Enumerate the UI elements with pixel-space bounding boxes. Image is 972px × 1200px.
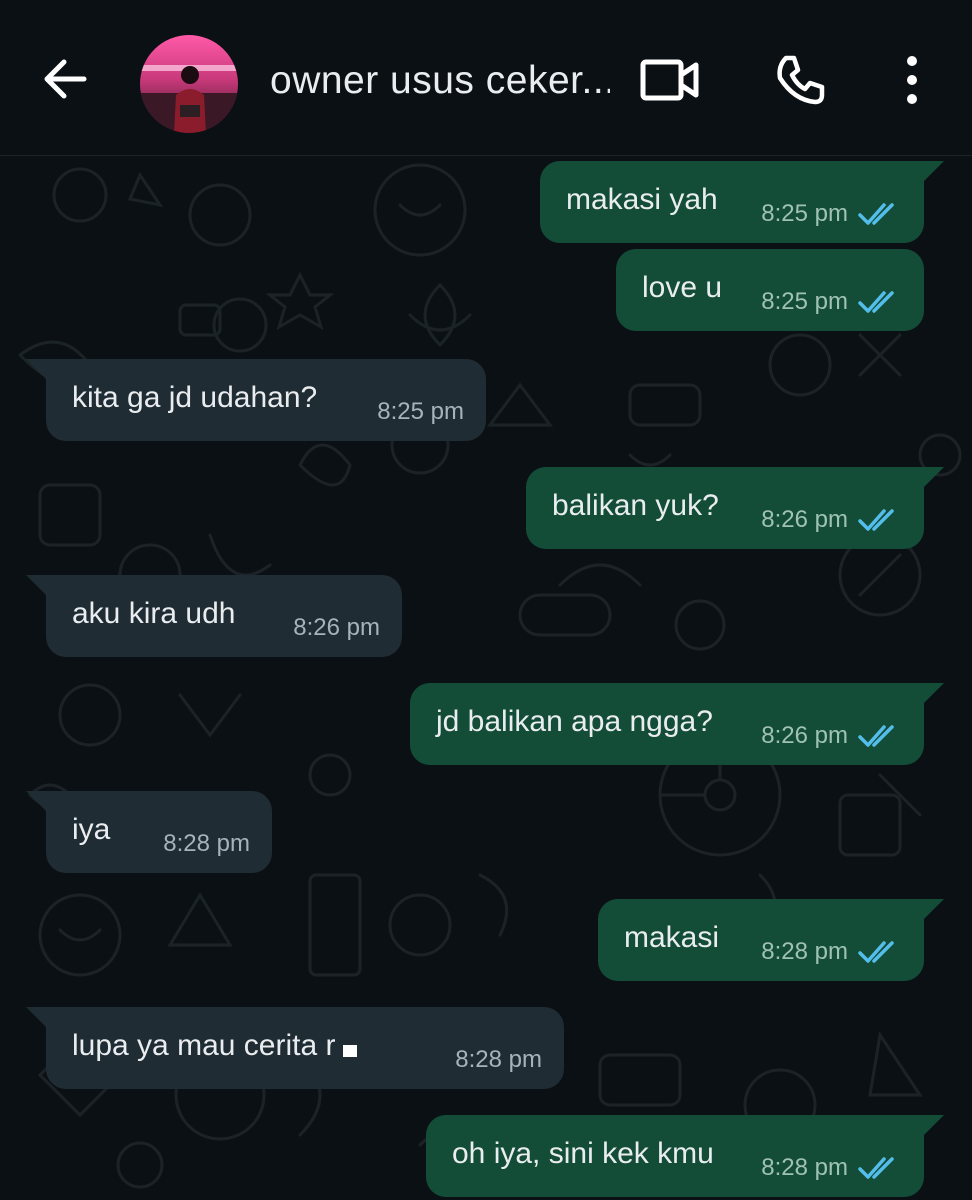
outgoing-message-bubble[interactable]: makasi 8:28 pm [598, 899, 944, 981]
bubble-tail [922, 161, 944, 183]
read-receipt-icon [858, 725, 894, 747]
bubble-tail [922, 899, 944, 921]
outgoing-message-bubble[interactable]: makasi yah 8:25 pm [540, 161, 944, 243]
message-meta: 8:26 pm [293, 613, 380, 643]
outgoing-message-bubble[interactable]: oh iya, sini kek kmu 8:28 pm [426, 1115, 944, 1197]
message-meta: 8:25 pm [761, 199, 902, 229]
message-list[interactable]: makasi yah 8:25 pm love u 8:25 pm kita ga jd… [0, 155, 972, 1200]
outgoing-message-bubble[interactable]: balikan yuk? 8:26 pm [526, 467, 944, 549]
message-meta: 8:28 pm [761, 1153, 902, 1183]
message-text: lupa ya mau cerita r [72, 1027, 358, 1065]
message-meta: 8:28 pm [163, 829, 250, 859]
message-meta: 8:26 pm [761, 721, 902, 751]
video-call-icon[interactable] [638, 55, 702, 105]
incoming-message-bubble[interactable]: kita ga jd udahan? 8:25 pm [26, 359, 486, 441]
message-text: makasi [624, 921, 720, 954]
message-time: 8:26 pm [761, 722, 848, 749]
message-time: 8:26 pm [761, 506, 848, 533]
message-text: balikan yuk? [552, 489, 719, 522]
read-receipt-icon [858, 941, 894, 963]
message-time: 8:28 pm [455, 1046, 542, 1073]
chat-screen: owner usus ceker... makasi yah 8:25 pm l… [0, 0, 972, 1200]
message-time: 8:25 pm [377, 398, 464, 425]
message-text: love u [642, 271, 723, 304]
read-receipt-icon [858, 291, 894, 313]
message-text: aku kira udh [72, 597, 236, 630]
message-text: oh iya, sini kek kmu [452, 1137, 714, 1170]
chat-header: owner usus ceker... [0, 0, 972, 156]
contact-avatar[interactable] [140, 35, 238, 133]
outgoing-message-bubble[interactable]: love u 8:25 pm [616, 249, 924, 331]
incoming-message-bubble[interactable]: iya 8:28 pm [26, 791, 272, 873]
outgoing-message-bubble[interactable]: jd balikan apa ngga? 8:26 pm [410, 683, 944, 765]
message-text: jd balikan apa ngga? [436, 705, 713, 738]
message-time: 8:26 pm [293, 614, 380, 641]
message-text: kita ga jd udahan? [72, 381, 318, 414]
contact-name[interactable]: owner usus ceker... [270, 56, 610, 106]
message-time: 8:28 pm [761, 1154, 848, 1181]
message-time: 8:28 pm [163, 830, 250, 857]
message-time: 8:25 pm [761, 200, 848, 227]
bubble-tail [26, 791, 48, 813]
message-time: 8:25 pm [761, 288, 848, 315]
incoming-message-bubble[interactable]: lupa ya mau cerita r 8:28 pm [26, 1007, 564, 1089]
message-meta: 8:25 pm [377, 397, 464, 427]
read-receipt-icon [858, 1157, 894, 1179]
message-text: makasi yah [566, 183, 718, 216]
bubble-tail [922, 1115, 944, 1137]
read-receipt-icon [858, 203, 894, 225]
voice-call-icon[interactable] [772, 52, 828, 108]
message-meta: 8:28 pm [455, 1045, 542, 1075]
message-meta: 8:26 pm [761, 505, 902, 535]
incoming-message-bubble[interactable]: aku kira udh 8:26 pm [26, 575, 402, 657]
avatar-photo [140, 35, 238, 133]
message-time: 8:28 pm [761, 938, 848, 965]
bubble-tail [922, 683, 944, 705]
bubble-tail [922, 467, 944, 489]
message-meta: 8:28 pm [761, 937, 902, 967]
bubble-tail [26, 1007, 48, 1029]
bubble-tail [26, 359, 48, 381]
message-meta: 8:25 pm [761, 287, 902, 317]
message-text: iya [72, 813, 111, 846]
more-options-icon[interactable] [896, 52, 928, 108]
bubble-tail [26, 575, 48, 597]
read-receipt-icon [858, 509, 894, 531]
redaction-mark [343, 1045, 358, 1058]
back-arrow-icon[interactable] [38, 52, 92, 106]
